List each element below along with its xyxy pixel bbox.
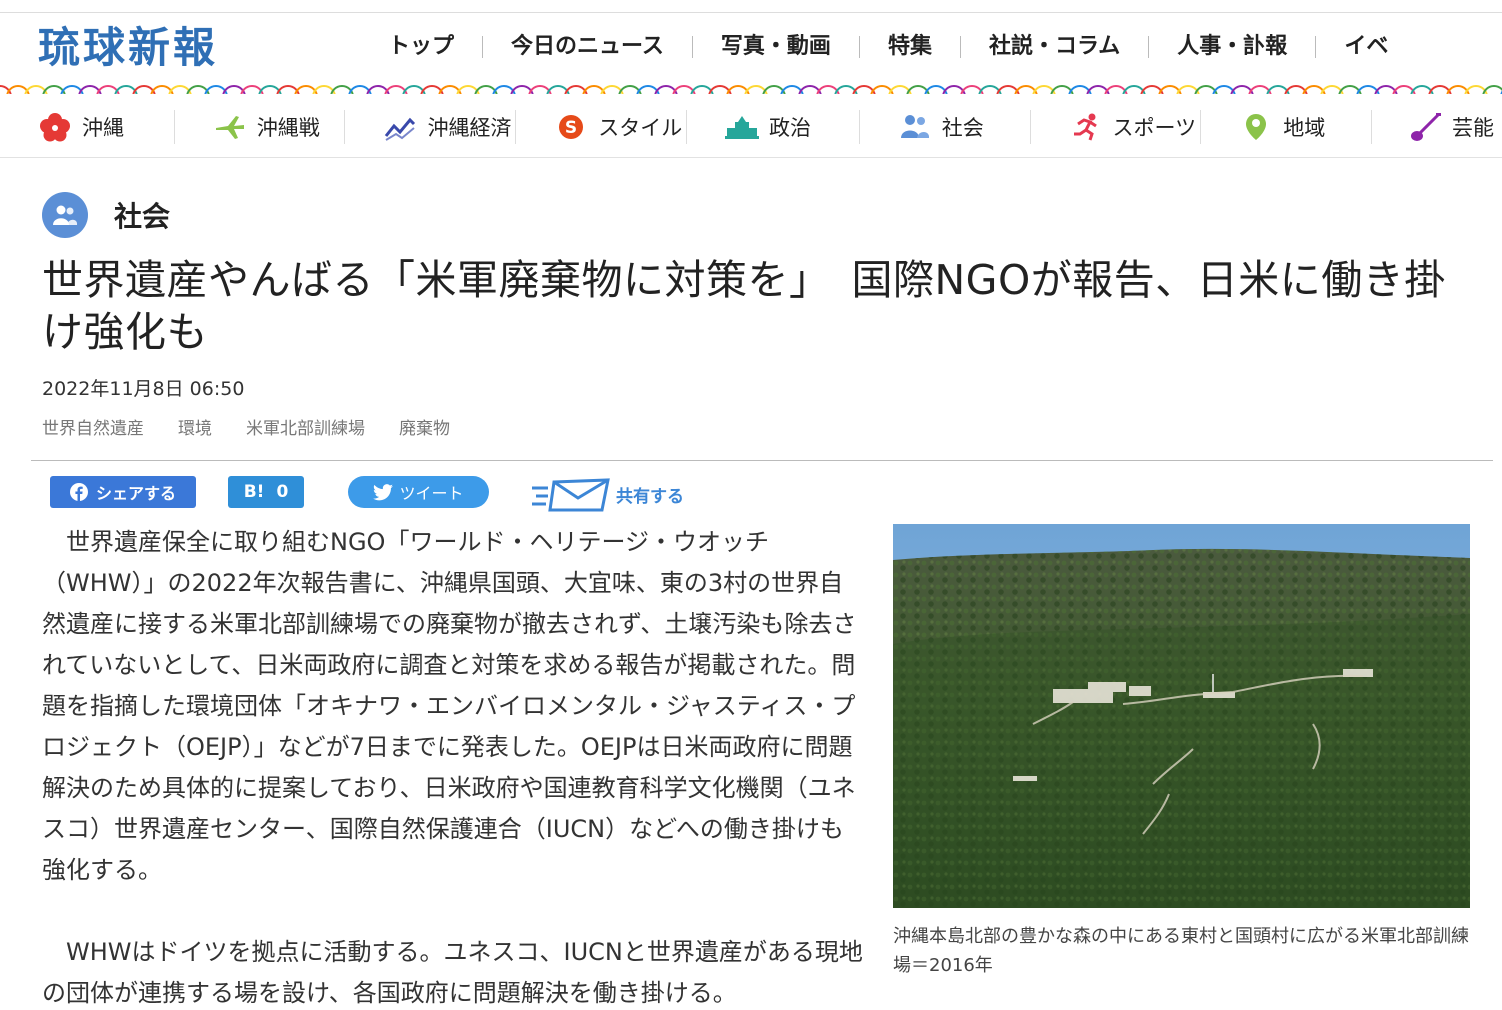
tag-link[interactable]: 環境 (178, 414, 212, 439)
map-pin-icon (1239, 112, 1273, 142)
category-society[interactable]: 社会 (860, 110, 1030, 144)
people-icon (898, 112, 932, 142)
facebook-share-label: シェアする (95, 484, 176, 503)
photo-caption: 沖縄本島北部の豊かな森の中にある東村と国頭村に広がる米軍北部訓練場＝2016年 (893, 926, 1469, 976)
hatena-icon: B! (243, 482, 265, 502)
tag-link[interactable]: 米軍北部訓練場 (246, 414, 365, 439)
top-nav-personnel-obituaries[interactable]: 人事・訃報 (1149, 33, 1315, 61)
top-nav-events[interactable]: イベ (1316, 33, 1416, 61)
article-paragraph: WHWはドイツを拠点に活動する。ユネスコ、IUCNと世界遺産がある現地の団体が連… (42, 938, 863, 1007)
category-politics[interactable]: 政治 (687, 110, 859, 144)
site-header: 琉球新報 トップ 今日のニュース 写真・動画 特集 社説・コラム 人事・訃報 イ… (0, 13, 1502, 83)
runner-icon (1069, 112, 1103, 142)
mail-share-label: 共有する (616, 486, 684, 507)
tag-link[interactable]: 世界自然遺産 (42, 414, 144, 439)
category-label: 社会 (941, 115, 984, 140)
category-nav: 沖縄 沖縄戦 沖縄経済 S スタイル 政治 社会 スポーツ 地域 芸能 (0, 96, 1502, 158)
category-okinawa-economy[interactable]: 沖縄経済 (345, 110, 515, 144)
article-tags: 世界自然遺産 環境 米軍北部訓練場 廃棄物 (42, 414, 484, 439)
category-label: 沖縄戦 (256, 115, 320, 140)
top-nav-today-news[interactable]: 今日のニュース (483, 33, 692, 61)
twitter-bird-icon (373, 483, 394, 501)
svg-text:S: S (565, 118, 577, 138)
section-badge[interactable]: 社会 (42, 192, 170, 238)
tweet-label: ツイート (399, 484, 464, 503)
twitter-tweet-button[interactable]: ツイート (348, 476, 489, 508)
article-paragraph: 世界遺産保全に取り組むNGO「ワールド・ヘリテージ・ウオッチ（WHW）」の202… (42, 528, 857, 884)
article-body: 世界遺産保全に取り組むNGO「ワールド・ヘリテージ・ウオッチ（WHW）」の202… (42, 522, 864, 1010)
category-sports[interactable]: スポーツ (1031, 110, 1201, 144)
tag-link[interactable]: 廃棄物 (399, 414, 450, 439)
top-nav-top[interactable]: トップ (360, 33, 482, 61)
trend-chart-icon (383, 112, 417, 142)
article-photo[interactable] (893, 524, 1470, 908)
divider (31, 460, 1493, 461)
category-style[interactable]: S スタイル (516, 110, 686, 144)
people-icon (42, 192, 88, 238)
top-nav-features[interactable]: 特集 (860, 33, 960, 61)
category-label: 政治 (769, 115, 811, 140)
category-region[interactable]: 地域 (1201, 110, 1371, 144)
category-label: 沖縄 (82, 115, 124, 140)
category-entertainment[interactable]: 芸能・ (1372, 110, 1502, 144)
article-title: 世界遺産やんばる「米軍廃棄物に対策を」 国際NGOが報告、日米に働き掛け強化も (42, 256, 1446, 356)
hibiscus-icon (38, 112, 72, 142)
top-nav-photo-video[interactable]: 写真・動画 (693, 33, 859, 61)
top-nav-editorial-column[interactable]: 社説・コラム (961, 33, 1148, 61)
plane-icon (213, 112, 247, 142)
hatena-count: 0 (276, 482, 289, 502)
hatena-bookmark-button[interactable]: B! 0 (228, 476, 304, 508)
section-name: 社会 (114, 200, 171, 233)
mail-share-button[interactable]: 共有する (530, 476, 700, 512)
category-label: スポーツ (1112, 115, 1197, 140)
category-battle-of-okinawa[interactable]: 沖縄戦 (175, 110, 345, 144)
parliament-icon (725, 112, 759, 142)
mail-envelope-icon (530, 476, 610, 512)
category-label: スタイル (598, 115, 683, 140)
article-datetime: 2022年11月8日 06:50 (42, 378, 245, 400)
category-label: 沖縄経済 (427, 115, 512, 140)
facebook-icon (69, 483, 88, 501)
top-nav: トップ 今日のニュース 写真・動画 特集 社説・コラム 人事・訃報 イベ (360, 33, 1416, 61)
decorative-wave-band (0, 82, 1502, 94)
category-label: 地域 (1283, 115, 1326, 140)
sanshin-icon (1410, 112, 1442, 142)
facebook-share-button[interactable]: シェアする (50, 476, 196, 508)
category-label: 芸能・ (1452, 115, 1502, 140)
site-logo[interactable]: 琉球新報 (38, 23, 218, 73)
style-s-icon: S (554, 112, 588, 142)
category-okinawa[interactable]: 沖縄 (0, 110, 174, 144)
